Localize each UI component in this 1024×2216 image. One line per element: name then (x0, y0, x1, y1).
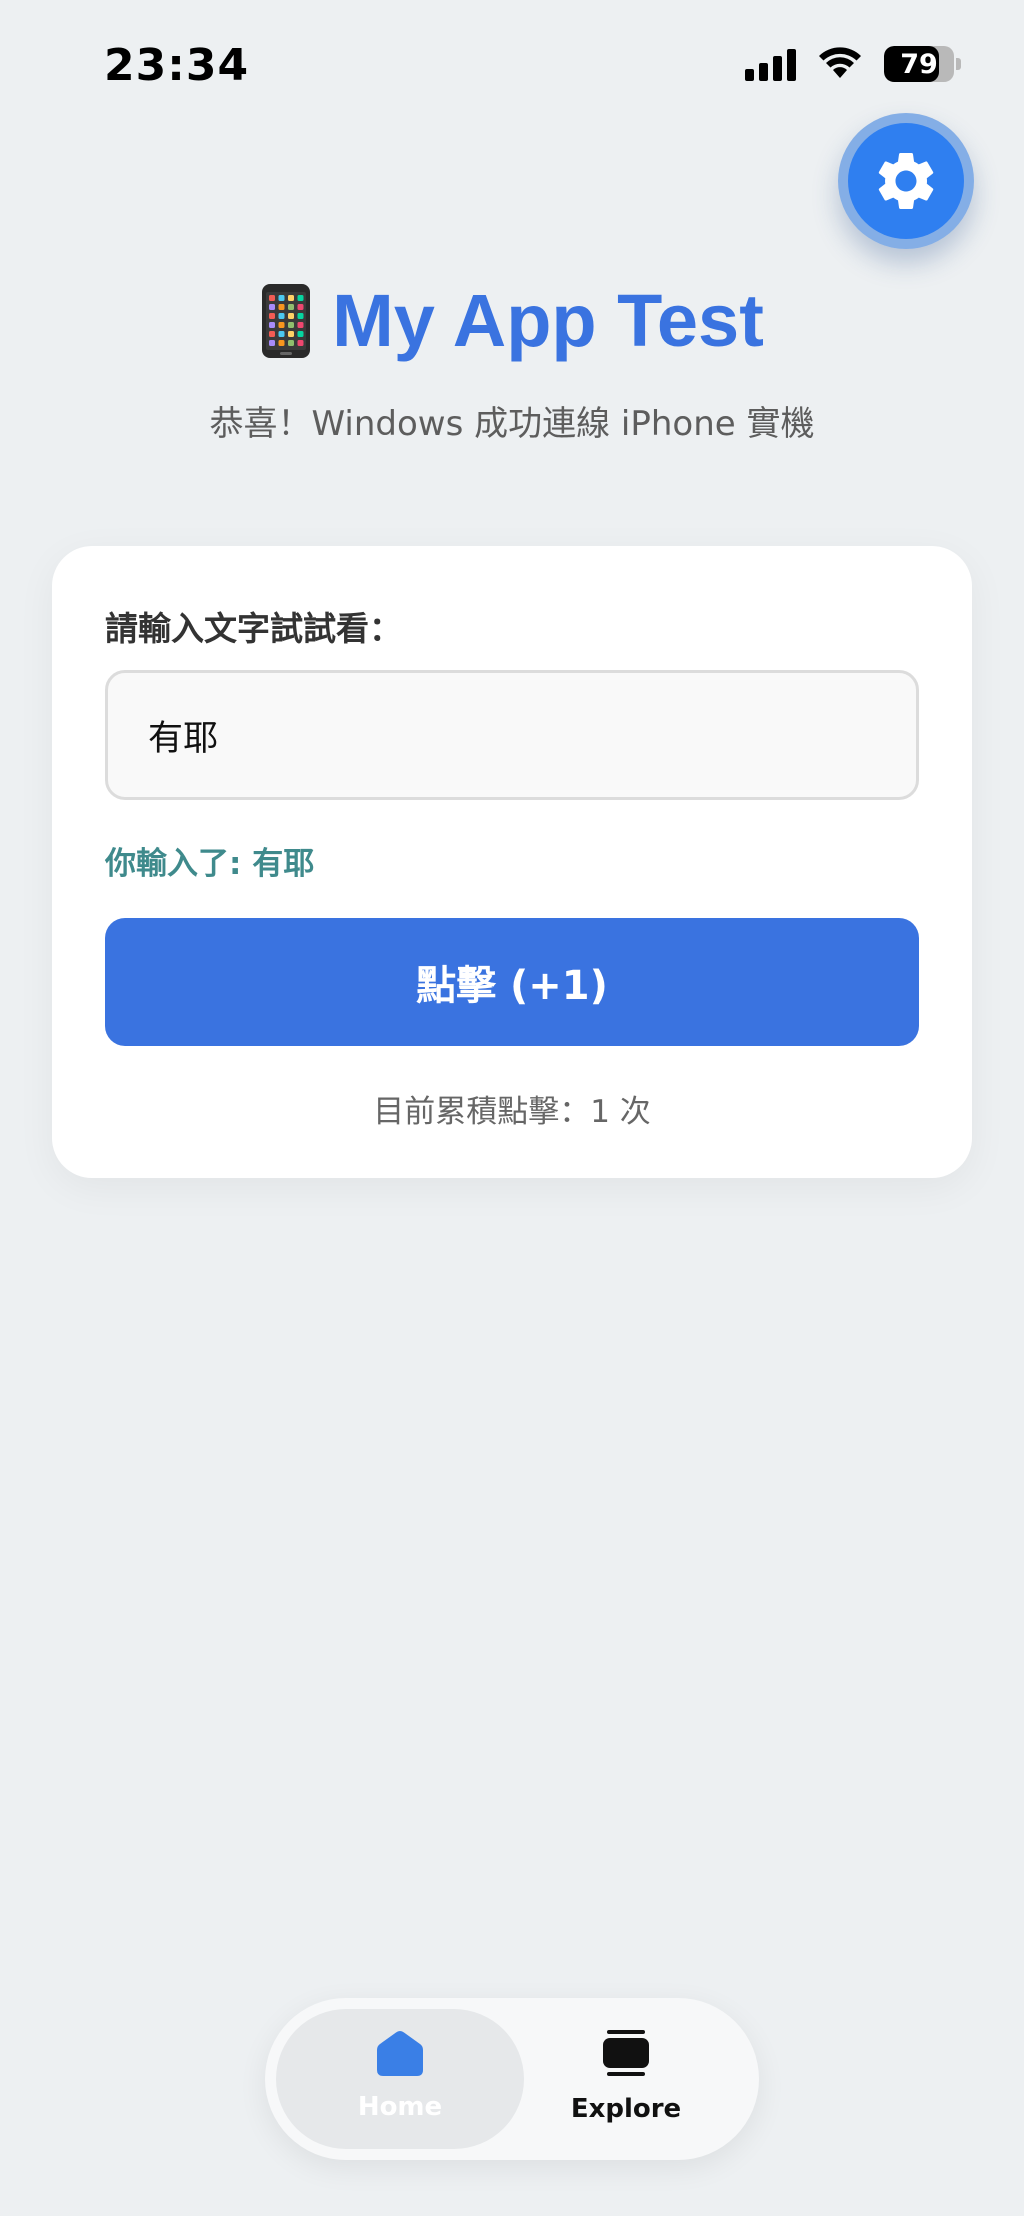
tab-explore-label: Explore (570, 2094, 682, 2124)
wifi-icon (819, 47, 861, 78)
page-header: My App Test (0, 278, 1024, 363)
page-title: My App Test (332, 279, 764, 362)
echo-text: 你輸入了: 有耶 (105, 846, 315, 882)
battery-level-text: 79 (900, 48, 938, 80)
tab-home-label: Home (357, 2092, 443, 2122)
gear-icon (878, 152, 934, 209)
text-input[interactable] (105, 670, 919, 800)
app-screen: 23:34 79 My App Test 恭喜！Windows 成功連線 iPh… (0, 0, 1024, 2216)
input-card: 請輸入文字試試看： 你輸入了: 有耶 點擊 (+1) 目前累積點擊：1 次 (52, 546, 972, 1178)
increment-button[interactable]: 點擊 (+1) (105, 918, 919, 1046)
tab-explore[interactable]: Explore (526, 2028, 726, 2124)
page-subtitle: 恭喜！Windows 成功連線 iPhone 實機 (209, 404, 815, 444)
bottom-tab-bar: Home Explore (265, 1998, 759, 2160)
input-label: 請輸入文字試試看： (105, 609, 402, 648)
explore-icon (603, 2030, 649, 2076)
tab-home[interactable]: Home (300, 2028, 500, 2122)
status-time: 23:34 (104, 40, 250, 91)
home-icon (377, 2031, 423, 2076)
cellular-signal-icon (745, 47, 796, 81)
settings-button[interactable] (848, 123, 964, 239)
status-icons: 79 (745, 46, 961, 82)
click-count-text: 目前累積點擊：1 次 (373, 1094, 651, 1130)
battery-icon: 79 (884, 46, 961, 82)
mobile-phone-icon (262, 283, 311, 358)
